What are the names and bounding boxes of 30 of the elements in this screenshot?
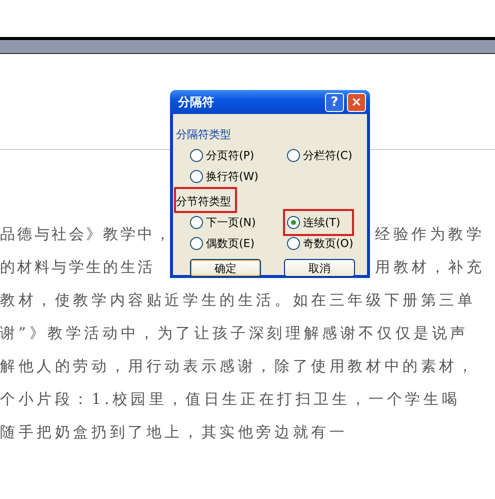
cancel-button[interactable]: 取消	[284, 259, 355, 277]
document-text: 的材料与学生的生活	[0, 258, 155, 277]
document-text: 用教材，补充	[375, 258, 485, 277]
document-text: 随手把奶盒扔到了地上，其实他旁边就有一	[0, 423, 348, 442]
close-button[interactable]: ×	[347, 92, 366, 112]
document-text: 经验作为教学	[375, 225, 485, 244]
radio-option[interactable]: 连续(T)	[283, 209, 354, 236]
radio-icon[interactable]	[190, 170, 203, 183]
document-text: 教材，使教学内容贴近学生的生活。如在三年级下册第三单	[0, 291, 476, 310]
radio-icon[interactable]	[190, 216, 203, 229]
radio-icon[interactable]	[287, 149, 300, 162]
radio-icon[interactable]	[190, 237, 203, 250]
help-button[interactable]: ?	[325, 92, 344, 112]
dialog-title: 分隔符	[178, 94, 215, 110]
document-text: 品德与社会》教学中，	[0, 225, 172, 244]
document-text: 谢”》教学活动中，为了让孩子深刻理解感谢不仅仅是说声	[0, 324, 468, 343]
radio-option[interactable]: 换行符(W)	[186, 166, 262, 187]
radio-option[interactable]: 奇数页(O)	[283, 233, 358, 254]
radio-option[interactable]: 分栏符(C)	[283, 145, 356, 166]
radio-option[interactable]: 偶数页(E)	[186, 233, 259, 254]
radio-option[interactable]: 下一页(N)	[186, 212, 260, 233]
radio-icon[interactable]	[287, 237, 300, 250]
document-text: 个小片段：1.校园里，值日生正在打扫卫生，一个学生喝	[0, 390, 460, 409]
group-label: 分节符类型	[174, 187, 237, 213]
radio-option[interactable]: 分页符(P)	[186, 145, 258, 166]
radio-icon[interactable]	[190, 149, 203, 162]
ok-button[interactable]: 确定	[190, 259, 261, 277]
group-label: 分隔符类型	[175, 127, 232, 143]
radio-icon[interactable]	[287, 216, 300, 229]
document-text: 解他人的劳动，用行动表示感谢，除了使用教材中的素材，	[0, 357, 476, 376]
